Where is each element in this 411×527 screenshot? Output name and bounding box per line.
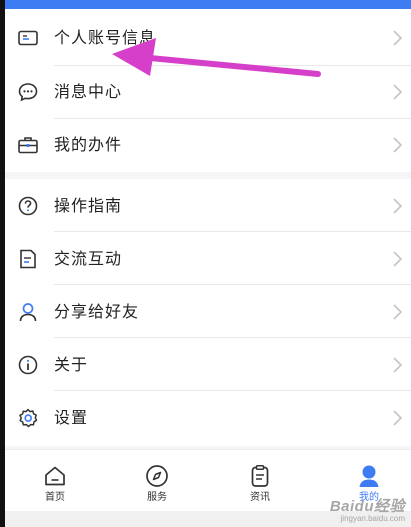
tab-label: 服务 [147,492,167,503]
menu-item-share[interactable]: 分享给好友 [5,285,411,339]
compass-icon [146,465,168,487]
briefcase-icon [17,134,39,156]
chevron-right-icon [393,84,403,100]
menu-item-label: 我的办件 [54,135,123,154]
top-header-bar [5,0,411,9]
watermark: Baidu经验 jingyan.baidu.com [330,495,405,523]
chevron-right-icon [393,410,403,426]
menu-item-guide[interactable]: 操作指南 [5,179,411,233]
tab-news[interactable]: 资讯 [230,464,290,504]
menu-item-settings[interactable]: 设置 [5,391,411,445]
watermark-sub: jingyan.baidu.com [340,514,405,523]
chevron-right-icon [393,137,403,153]
profile-icon [359,465,379,487]
menu-item-account-info[interactable]: 个人账号信息 [5,11,411,65]
menu-item-my-cases[interactable]: 我的办件 [5,118,411,172]
menu-group-account: 个人账号信息 消息中心 我的办件 [5,9,411,172]
menu-item-interaction[interactable]: 交流互动 [5,232,411,286]
tab-home[interactable]: 首页 [25,464,85,504]
person-icon [17,301,39,323]
help-circle-icon [17,195,39,217]
menu-item-label: 交流互动 [54,249,123,268]
home-icon [45,466,65,486]
menu-item-label: 消息中心 [54,82,123,101]
chevron-right-icon [393,357,403,373]
menu-group-general: 操作指南 交流互动 分享给好友 关于 设置 [5,179,411,446]
tab-service[interactable]: 服务 [127,464,187,504]
menu-item-label: 个人账号信息 [54,28,157,47]
chevron-right-icon [393,30,403,46]
gear-icon [17,407,39,429]
menu-item-about[interactable]: 关于 [5,338,411,392]
info-icon [17,354,39,376]
chevron-right-icon [393,198,403,214]
tab-label: 首页 [45,492,65,503]
menu-item-message-center[interactable]: 消息中心 [5,65,411,119]
watermark-main: Baidu经验 [329,498,405,515]
chat-bubble-icon [17,81,39,103]
clipboard-icon [251,465,269,487]
menu-item-label: 关于 [54,355,89,374]
tab-label: 资讯 [250,492,270,503]
menu-item-label: 分享给好友 [54,302,140,321]
phone-frame: 个人账号信息 消息中心 我的办件 操作指南 交流互动 分享给好友 关于 设置 首… [0,0,411,527]
screen: 个人账号信息 消息中心 我的办件 操作指南 交流互动 分享给好友 关于 设置 首… [5,0,411,527]
chevron-right-icon [393,304,403,320]
id-card-icon [17,27,39,49]
chevron-right-icon [393,251,403,267]
document-icon [17,248,39,270]
menu-item-label: 操作指南 [54,196,123,215]
menu-item-label: 设置 [54,408,89,427]
